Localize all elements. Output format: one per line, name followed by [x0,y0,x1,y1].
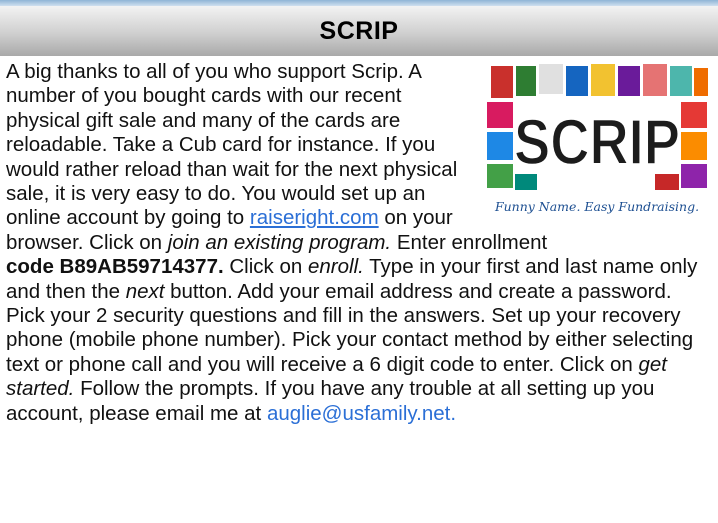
enrollment-code: code B89AB59714377. [6,255,224,279]
raiseright-link[interactable]: raiseright.com [250,206,379,229]
scrip-wordmark: SCRIP [514,106,680,178]
scrip-tagline: Funny Name. Easy Fundraising. [494,199,699,214]
join-program-instruction: join an existing program. [167,230,392,254]
gift-card-tile [516,66,536,96]
article-text: Click on [223,255,308,279]
next-button-reference: next [125,279,165,303]
gift-card-tile [694,68,708,96]
article-text: A big thanks to all of you who support S… [6,60,458,230]
gift-card-tile [681,164,707,188]
contact-email-link[interactable]: auglie@usfamily.net. [267,402,456,425]
article-text: Enter enrollment [391,230,548,254]
gift-card-tile [487,132,513,160]
gift-card-tile [491,66,513,98]
gift-card-tile [681,102,707,128]
scrip-logo-image: SCRIP Funny Name. Easy Fundraising. [485,62,710,222]
gift-card-tile [487,164,513,188]
gift-card-tile [566,66,588,96]
gift-card-tile [591,64,615,96]
gift-card-tile [670,66,692,96]
gift-card-tile [643,64,667,96]
gift-card-tile [681,132,707,160]
enroll-instruction: enroll. [307,255,364,279]
gift-card-tile [487,102,513,128]
gift-card-tile [539,64,563,94]
section-title: SCRIP [319,17,399,45]
article-body: SCRIP Funny Name. Easy Fundraising. A bi… [6,60,714,426]
gift-card-tile [618,66,640,96]
